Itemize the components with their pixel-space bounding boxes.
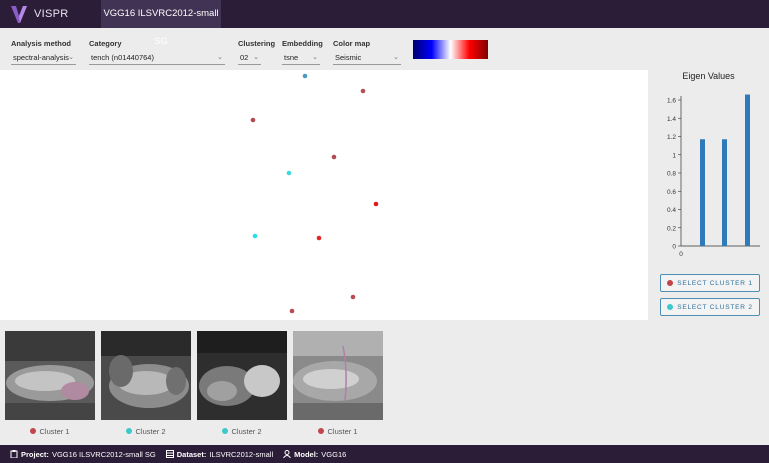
scatter-canvas[interactable] [0,70,648,320]
eigen-y-tick-label: 0.6 [667,189,676,196]
scatter-point[interactable] [350,294,356,300]
clustering-label: Clustering [238,39,276,48]
image-thumbnails: Cluster 1 Cluster 2 Cluster 2 Cluster 1 [0,325,769,445]
status-model: Model: VGG16 [283,450,346,459]
chevron-down-icon: ⌄ [253,54,259,61]
embedding-scatter-plot[interactable] [0,70,648,320]
thumbnail-caption: Cluster 1 [5,424,95,438]
color-map-control: Color map Seismic ⌄ [333,39,401,65]
eigen-y-tick-label: 0.2 [667,225,676,232]
status-dataset-label: Dataset: [176,449,207,459]
select-cluster-2-button[interactable]: SELECT CLUSTER 2 [660,298,760,316]
category-value: tench (n01440764) [91,53,154,62]
status-dataset: Dataset: ILSVRC2012-small [165,449,274,459]
status-project-value: VGG16 ILSVRC2012-small SG [51,449,156,459]
select-cluster-1-label: SELECT CLUSTER 1 [677,279,753,287]
scatter-point[interactable] [250,117,256,123]
database-icon [165,450,174,458]
color-map-value: Seismic [335,53,362,62]
app-name: VISPR [34,8,69,20]
scatter-point[interactable] [331,154,337,160]
eigen-bar [700,139,705,246]
scatter-point[interactable] [286,170,292,176]
thumbnail-item[interactable]: Cluster 1 [293,331,383,436]
scatter-point[interactable] [302,73,308,79]
status-model-label: Model: [294,449,319,459]
clustering-control: Clustering 02 ⌄ [238,39,276,65]
eigen-y-tick-label: 0.8 [667,171,676,178]
thumbnail-caption: Cluster 2 [197,424,287,438]
thumbnail-caption-text: Cluster 1 [39,426,70,436]
status-project-label: Project: [21,449,49,459]
status-bar: Project: VGG16 ILSVRC2012-small SG Datas… [0,445,769,463]
eigen-y-tick-label: 1.4 [667,116,676,123]
cluster-1-dot-icon [318,428,325,434]
cluster-1-dot-icon [667,280,674,286]
category-control: Category tench (n01440764) ⌄ [89,39,225,65]
eigen-y-tick-label: 1.6 [667,98,676,105]
eigen-y-tick-label: 0.4 [667,207,676,214]
analysis-method-label: Analysis method [11,39,72,48]
eigen-y-tick-label: 1.2 [667,134,676,141]
embedding-label: Embedding [282,39,323,48]
clipboard-icon [10,450,18,458]
thumbnail-caption-text: Cluster 2 [231,426,262,436]
eigen-bar [745,94,750,247]
fish-image[interactable] [101,331,191,420]
scatter-point[interactable] [316,235,322,241]
clustering-value: 02 [240,53,249,62]
eigen-bar [722,139,727,246]
controls-bar: Analysis method spectral-analysis ⌄ Cate… [0,28,769,70]
status-project: Project: VGG16 ILSVRC2012-small SG [10,450,156,459]
thumbnail-caption-text: Cluster 2 [135,426,166,436]
scatter-point[interactable] [252,233,258,239]
tab-project[interactable]: VGG16 ILSVRC2012-small SG [101,0,221,47]
analysis-method-value: spectral-analysis [13,53,69,62]
thumbnail-item[interactable]: Cluster 1 [5,331,95,436]
eigen-y-tick-label: 0 [672,244,676,251]
thumbnail-caption: Cluster 1 [293,424,383,438]
vispr-logo-icon[interactable] [10,4,28,24]
select-cluster-2-label: SELECT CLUSTER 2 [677,303,753,311]
thumbnail-item[interactable]: Cluster 2 [197,331,287,436]
eigen-x-tick-label: 0 [679,251,683,258]
thumbnail-caption-text: Cluster 1 [327,426,358,436]
colormap-preview [413,40,488,59]
select-cluster-1-button[interactable]: SELECT CLUSTER 1 [660,274,760,292]
chevron-down-icon: ⌄ [68,54,74,61]
cluster-2-dot-icon [667,304,674,310]
color-map-label: Color map [333,39,371,48]
cluster-1-dot-icon [30,428,37,434]
eigen-chart: 0 0.2 0.4 0.6 0.8 1 1.2 1.4 1.6 0 [667,94,760,258]
top-bar: VISPR VGG16 ILSVRC2012-small SG [0,0,769,47]
embedding-control: Embedding tsne ⌄ [282,39,323,65]
clustering-select[interactable]: 02 ⌄ [238,52,261,65]
thumbnail-item[interactable]: Cluster 2 [101,331,191,436]
chevron-down-icon: ⌄ [217,54,223,61]
chevron-down-icon: ⌄ [393,54,399,61]
analysis-method-control: Analysis method spectral-analysis ⌄ [11,39,76,65]
thumbnail-caption: Cluster 2 [101,424,191,438]
fish-image[interactable] [5,331,95,420]
model-icon [283,450,292,458]
fish-image[interactable] [197,331,287,420]
fish-image[interactable] [293,331,383,420]
eigen-y-tick-label: 1 [672,152,676,159]
scatter-point[interactable] [373,201,379,207]
color-map-select[interactable]: Seismic ⌄ [333,52,401,65]
analysis-method-select[interactable]: spectral-analysis ⌄ [11,52,76,65]
chevron-down-icon: ⌄ [312,54,318,61]
embedding-value: tsne [284,53,299,62]
cluster-2-dot-icon [126,428,133,434]
status-dataset-value: ILSVRC2012-small [209,449,274,459]
category-select[interactable]: tench (n01440764) ⌄ [89,52,225,65]
embedding-select[interactable]: tsne ⌄ [282,52,320,65]
scatter-point[interactable] [289,308,295,314]
category-label: Category [89,39,122,48]
cluster-2-dot-icon [222,428,229,434]
scatter-point[interactable] [360,88,366,94]
status-model-value: VGG16 [321,449,347,459]
